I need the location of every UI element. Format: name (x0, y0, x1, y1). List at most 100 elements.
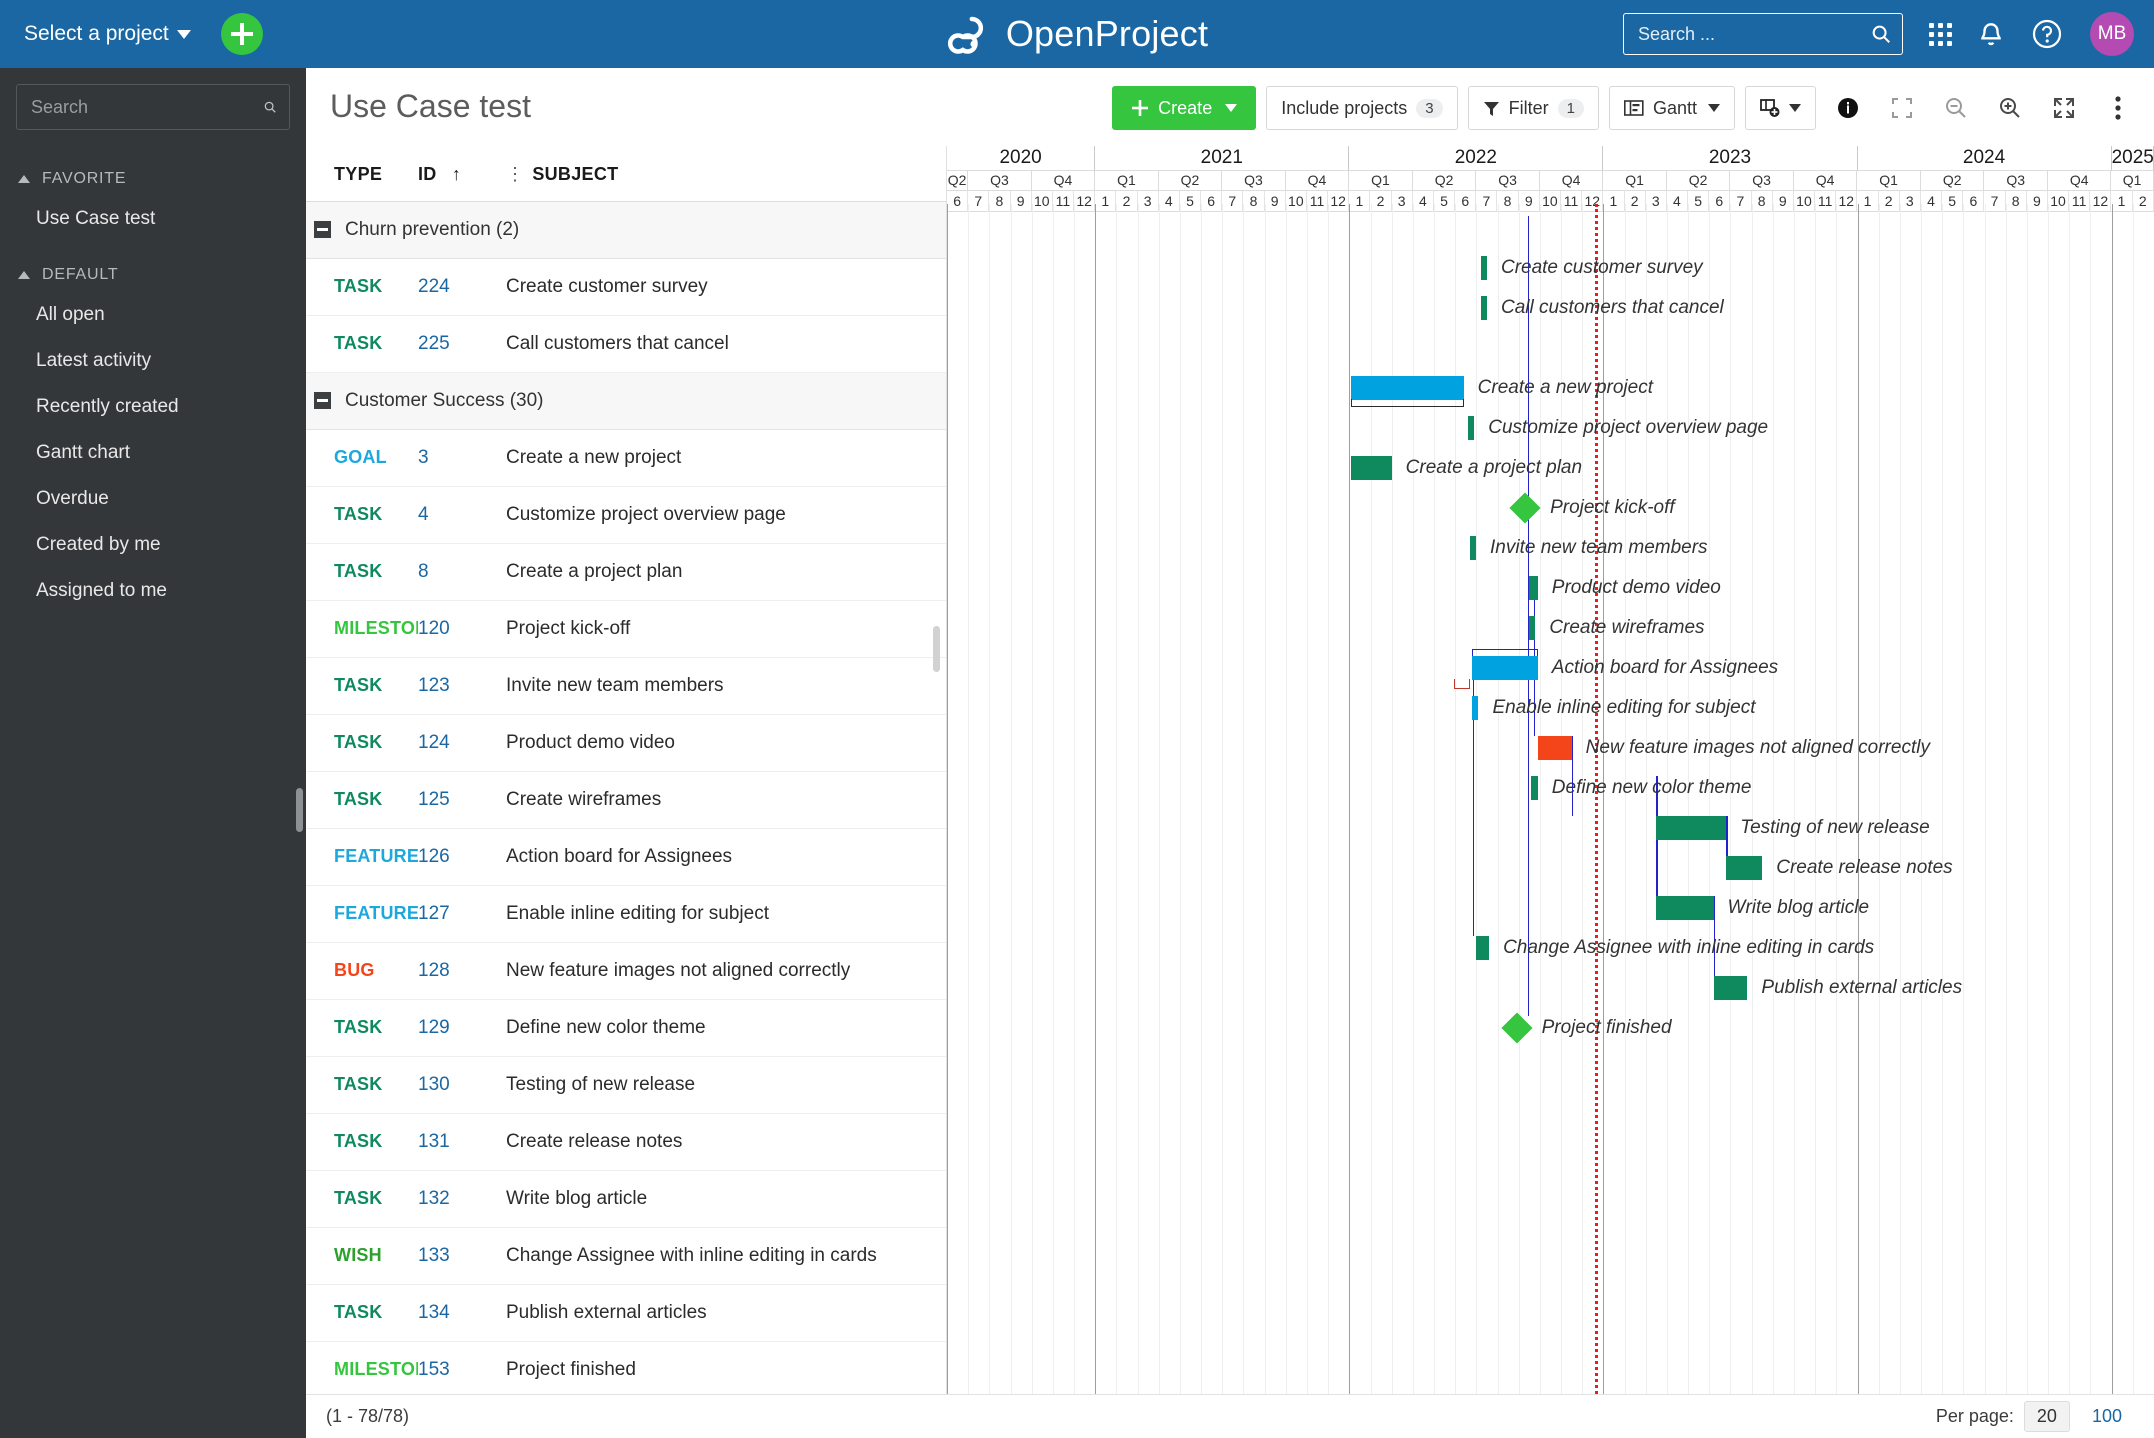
cell-subject[interactable]: Enable inline editing for subject (506, 886, 946, 943)
cell-id[interactable]: 129 (418, 1000, 506, 1057)
search-icon[interactable] (1870, 22, 1892, 46)
cell-subject[interactable]: Product demo video (506, 715, 946, 772)
cell-subject[interactable]: Change Assignee with inline editing in c… (506, 1228, 946, 1285)
gantt-bar[interactable] (1714, 976, 1748, 1000)
cell-id[interactable]: 124 (418, 715, 506, 772)
table-row[interactable]: MILESTONE120Project kick-off (306, 601, 946, 658)
cell-subject[interactable]: Call customers that cancel (506, 316, 946, 373)
cell-id[interactable]: 132 (418, 1171, 506, 1228)
cell-subject[interactable]: Create release notes (506, 1114, 946, 1171)
cell-id[interactable]: 133 (418, 1228, 506, 1285)
collapse-group-icon[interactable] (314, 392, 331, 409)
cell-id[interactable]: 126 (418, 829, 506, 886)
table-group-row[interactable]: Churn prevention (2) (306, 202, 946, 259)
cell-subject[interactable]: Publish external articles (506, 1285, 946, 1342)
table-row[interactable]: TASK129Define new color theme (306, 1000, 946, 1057)
sidebar-item-created-by-me[interactable]: Created by me (0, 522, 306, 568)
cell-subject[interactable]: Define new color theme (506, 1000, 946, 1057)
gantt-bar[interactable] (1476, 936, 1489, 960)
cell-subject[interactable]: Create a project plan (506, 544, 946, 601)
per-page-option-20[interactable]: 20 (2024, 1401, 2070, 1432)
create-button[interactable]: Create (1112, 86, 1256, 130)
table-row[interactable]: TASK123Invite new team members (306, 658, 946, 715)
table-row[interactable]: TASK131Create release notes (306, 1114, 946, 1171)
zoom-out-button[interactable] (1934, 86, 1978, 130)
cell-id[interactable]: 225 (418, 316, 506, 373)
sidebar-item-assigned-to-me[interactable]: Assigned to me (0, 568, 306, 614)
table-row[interactable]: TASK134Publish external articles (306, 1285, 946, 1342)
gantt-bar[interactable] (1472, 656, 1538, 680)
sidebar-item-all-open[interactable]: All open (0, 292, 306, 338)
per-page-option-100[interactable]: 100 (2080, 1402, 2134, 1431)
gantt-chart-body[interactable]: Create customer surveyCall customers tha… (947, 204, 2154, 1394)
table-group-row[interactable]: Customer Success (30) (306, 373, 946, 430)
table-row[interactable]: BUG128New feature images not aligned cor… (306, 943, 946, 1000)
gantt-bar[interactable] (1531, 776, 1537, 800)
cell-id[interactable]: 3 (418, 430, 506, 487)
more-options-button[interactable] (2096, 86, 2140, 130)
gantt-view-button[interactable]: Gantt (1609, 86, 1735, 130)
cell-subject[interactable]: Project kick-off (506, 601, 946, 658)
cell-subject[interactable]: Action board for Assignees (506, 829, 946, 886)
cell-id[interactable]: 224 (418, 259, 506, 316)
sidebar-item-overdue[interactable]: Overdue (0, 476, 306, 522)
zoom-in-button[interactable] (1988, 86, 2032, 130)
table-row[interactable]: TASK130Testing of new release (306, 1057, 946, 1114)
gantt-bar[interactable] (1481, 256, 1487, 280)
search-input[interactable] (1638, 24, 1870, 45)
gantt-bar[interactable] (1351, 456, 1391, 480)
gantt-bar[interactable] (1351, 376, 1463, 400)
gantt-bar[interactable] (1726, 856, 1762, 880)
cell-subject[interactable]: Create a new project (506, 430, 946, 487)
cell-id[interactable]: 120 (418, 601, 506, 658)
sidebar-group-favorite[interactable]: FAVORITE (0, 146, 306, 196)
sidebar-item-gantt-chart[interactable]: Gantt chart (0, 430, 306, 476)
cell-id[interactable]: 8 (418, 544, 506, 601)
column-header-subject[interactable]: ⋮SUBJECT (506, 146, 946, 202)
sidebar-scrollbar-thumb[interactable] (296, 788, 303, 832)
sidebar-search-box[interactable] (16, 84, 290, 130)
bell-icon[interactable] (1978, 20, 2004, 48)
column-header-id[interactable]: ID ↑ (418, 146, 506, 202)
columns-settings-button[interactable] (1745, 86, 1816, 130)
cell-id[interactable]: 153 (418, 1342, 506, 1395)
cell-subject[interactable]: Testing of new release (506, 1057, 946, 1114)
table-row[interactable]: FEATURE126Action board for Assignees (306, 829, 946, 886)
brand-logo[interactable]: OpenProject (946, 13, 1208, 55)
search-icon[interactable] (263, 96, 277, 118)
cell-id[interactable]: 131 (418, 1114, 506, 1171)
cell-subject[interactable]: Create customer survey (506, 259, 946, 316)
table-row[interactable]: WISH133Change Assignee with inline editi… (306, 1228, 946, 1285)
cell-subject[interactable]: Invite new team members (506, 658, 946, 715)
column-header-type[interactable]: TYPE (306, 146, 418, 202)
cell-subject[interactable]: Create wireframes (506, 772, 946, 829)
global-search-box[interactable] (1623, 13, 1903, 55)
sidebar-item-recently-created[interactable]: Recently created (0, 384, 306, 430)
sidebar-search-input[interactable] (31, 97, 263, 118)
cell-subject[interactable]: Project finished (506, 1342, 946, 1395)
cell-id[interactable]: 4 (418, 487, 506, 544)
avatar[interactable]: MB (2090, 12, 2134, 56)
cell-subject[interactable]: New feature images not aligned correctly (506, 943, 946, 1000)
gantt-bar[interactable] (1481, 296, 1487, 320)
collapse-view-button[interactable] (1880, 86, 1924, 130)
gantt-bar[interactable] (1656, 816, 1726, 840)
gantt-bar[interactable] (1656, 896, 1713, 920)
cell-id[interactable]: 127 (418, 886, 506, 943)
cell-id[interactable]: 130 (418, 1057, 506, 1114)
table-row[interactable]: TASK225Call customers that cancel (306, 316, 946, 373)
info-button[interactable] (1826, 86, 1870, 130)
app-grid-icon[interactable] (1929, 23, 1952, 46)
table-scrollbar-thumb[interactable] (933, 626, 940, 672)
cell-id[interactable]: 125 (418, 772, 506, 829)
sidebar-item-latest-activity[interactable]: Latest activity (0, 338, 306, 384)
table-row[interactable]: FEATURE127Enable inline editing for subj… (306, 886, 946, 943)
table-row[interactable]: TASK124Product demo video (306, 715, 946, 772)
cell-id[interactable]: 134 (418, 1285, 506, 1342)
gantt-bar[interactable] (1538, 736, 1572, 760)
project-select-button[interactable]: Select a project (24, 22, 191, 46)
table-row[interactable]: TASK8Create a project plan (306, 544, 946, 601)
table-row[interactable]: TASK125Create wireframes (306, 772, 946, 829)
sidebar-item-use-case-test[interactable]: Use Case test (0, 196, 306, 242)
gantt-milestone-diamond[interactable] (1501, 1012, 1532, 1043)
